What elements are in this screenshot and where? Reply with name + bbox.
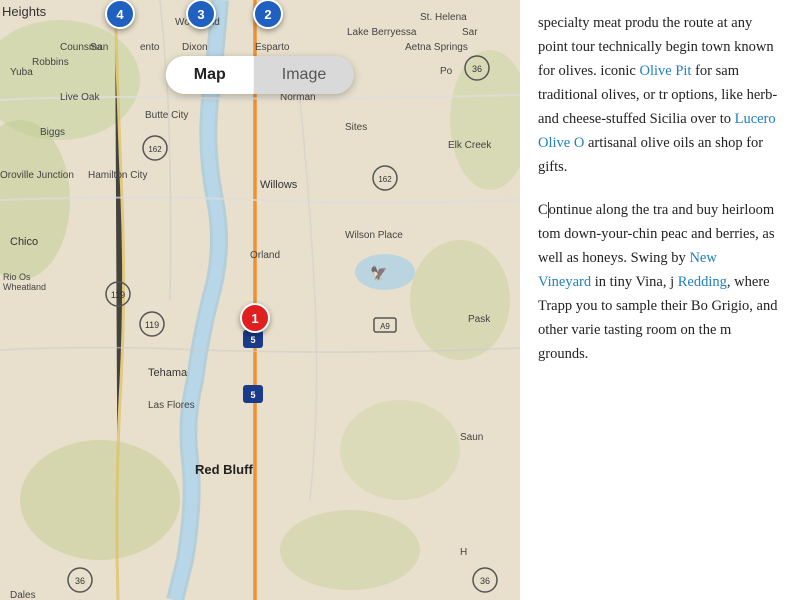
svg-text:A9: A9	[380, 322, 390, 331]
svg-text:Elk Creek: Elk Creek	[448, 140, 492, 151]
svg-text:Red Bluff: Red Bluff	[195, 462, 253, 477]
map-marker-1[interactable]: 1	[240, 303, 270, 333]
svg-text:Willows: Willows	[260, 179, 298, 191]
svg-text:36: 36	[480, 576, 490, 586]
svg-text:5: 5	[250, 335, 255, 345]
svg-text:Sites: Sites	[345, 122, 367, 133]
svg-text:Biggs: Biggs	[40, 127, 65, 138]
svg-text:Lake Berryessa: Lake Berryessa	[347, 27, 417, 38]
svg-text:Aetna Springs: Aetna Springs	[405, 42, 468, 53]
paragraph-2-text-body: ontinue along the tra and buy heirloom t…	[538, 202, 774, 266]
svg-text:Esparto: Esparto	[255, 42, 290, 53]
svg-text:36: 36	[472, 64, 482, 74]
redding-link[interactable]: Redding	[678, 274, 727, 290]
map-toggle-button[interactable]: Map	[166, 56, 254, 94]
svg-text:Rio Os: Rio Os	[3, 272, 31, 282]
svg-text:5: 5	[250, 390, 255, 400]
svg-text:🦅: 🦅	[370, 264, 387, 282]
svg-text:Yuba: Yuba	[10, 67, 33, 78]
svg-text:Pask: Pask	[468, 314, 491, 325]
svg-text:Butte City: Butte City	[145, 110, 188, 121]
article-paragraph-1: specialty meat produ the route at any po…	[538, 12, 782, 179]
svg-text:Dales: Dales	[10, 590, 36, 600]
svg-text:Robbins: Robbins	[32, 57, 69, 68]
map-marker-3[interactable]: 3	[186, 0, 216, 29]
svg-text:Las Flores: Las Flores	[148, 400, 195, 411]
svg-text:St. Helena: St. Helena	[420, 12, 467, 23]
svg-text:Po: Po	[440, 66, 453, 77]
svg-text:Saun: Saun	[460, 432, 483, 443]
svg-text:ento: ento	[140, 42, 160, 53]
olive-pit-link[interactable]: Olive Pit	[639, 63, 691, 79]
svg-text:Oroville Junction: Oroville Junction	[0, 170, 74, 181]
svg-text:H: H	[460, 547, 467, 558]
svg-text:Wilson Place: Wilson Place	[345, 230, 403, 241]
svg-text:Dixon: Dixon	[182, 42, 208, 53]
image-toggle-button[interactable]: Image	[254, 56, 354, 94]
svg-text:Wheatland: Wheatland	[3, 282, 46, 292]
svg-text:Chico: Chico	[10, 236, 38, 248]
svg-text:36: 36	[75, 576, 85, 586]
svg-text:119: 119	[111, 290, 125, 300]
svg-text:Hamilton City: Hamilton City	[88, 170, 147, 181]
paragraph-2-text-mid: in tiny Vina, j	[591, 274, 678, 290]
article-paragraph-2: Continue along the tra and buy heirloom …	[538, 199, 782, 366]
svg-text:Sar: Sar	[462, 27, 478, 38]
map-marker-4[interactable]: 4	[105, 0, 135, 29]
map-image-toggle: Map Image	[166, 56, 354, 94]
svg-text:Orland: Orland	[250, 250, 280, 261]
svg-text:Counsman: Counsman	[60, 42, 108, 53]
map-marker-2[interactable]: 2	[253, 0, 283, 29]
svg-text:119: 119	[145, 320, 159, 330]
article-text-panel: specialty meat produ the route at any po…	[520, 0, 800, 600]
svg-text:162: 162	[378, 175, 392, 184]
svg-text:162: 162	[148, 145, 162, 154]
svg-text:Tehama: Tehama	[148, 367, 188, 379]
paragraph-2-text-before: C	[538, 202, 548, 218]
svg-text:Live Oak: Live Oak	[60, 92, 100, 103]
map-panel: 5 5 119 119 36 36 A9 162 162 36	[0, 0, 520, 600]
